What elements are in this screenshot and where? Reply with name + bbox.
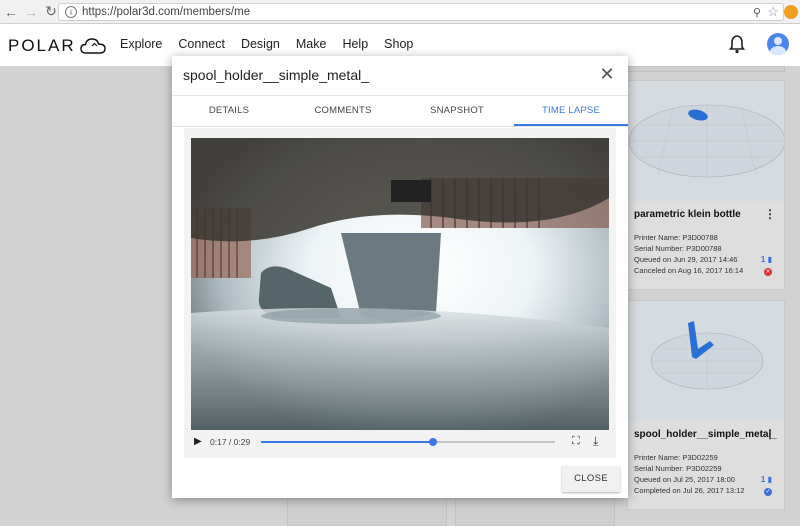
close-button[interactable]: CLOSE bbox=[562, 466, 620, 492]
nav-help[interactable]: Help bbox=[342, 37, 368, 51]
file-icon: ▮ bbox=[767, 255, 772, 264]
finished-date: Completed on Jul 26, 2017 13:12 bbox=[634, 486, 745, 495]
card-title: spool_holder__simple_metal_ ⋮ bbox=[634, 427, 777, 441]
nav-design[interactable]: Design bbox=[241, 37, 280, 51]
project-card bbox=[627, 66, 785, 72]
video-progress-bar[interactable] bbox=[261, 438, 555, 446]
address-bar[interactable]: i https://polar3d.com/members/me ⚲ ☆ bbox=[58, 3, 784, 21]
card-menu-icon[interactable]: ⋮ bbox=[764, 207, 776, 221]
nav-shop[interactable]: Shop bbox=[384, 37, 413, 51]
model-thumbnail bbox=[628, 81, 784, 201]
nav-connect[interactable]: Connect bbox=[178, 37, 225, 51]
nav-make[interactable]: Make bbox=[296, 37, 327, 51]
canceled-status-icon: ✕ bbox=[764, 268, 772, 276]
bookmark-star-icon[interactable]: ☆ bbox=[767, 4, 779, 20]
dialog-tabs: DETAILS COMMENTS SNAPSHOT TIME LAPSE bbox=[172, 96, 628, 127]
zoom-icon[interactable]: ⚲ bbox=[753, 6, 761, 19]
nav-explore[interactable]: Explore bbox=[120, 37, 162, 51]
extension-icon[interactable] bbox=[784, 5, 798, 19]
print-detail-dialog: spool_holder__simple_metal_ ✕ DETAILS CO… bbox=[172, 56, 628, 498]
tab-details[interactable]: DETAILS bbox=[172, 96, 286, 126]
finished-date: Canceled on Aug 16, 2017 16:14 bbox=[634, 266, 744, 275]
model-thumbnail bbox=[628, 301, 784, 421]
file-count: 1 ▮ bbox=[760, 475, 772, 484]
printer-name: Printer Name: P3D02259 bbox=[634, 453, 718, 462]
cloud-icon bbox=[79, 38, 106, 54]
queued-date: Queued on Jul 25, 2017 18:00 bbox=[634, 475, 735, 484]
play-icon[interactable]: ▶ bbox=[194, 436, 206, 448]
card-menu-icon[interactable]: ⋮ bbox=[764, 427, 776, 441]
progress-fill bbox=[261, 441, 434, 443]
completed-status-icon: ✓ bbox=[764, 488, 772, 496]
time-lapse-video[interactable] bbox=[191, 138, 609, 430]
notification-bell-icon[interactable] bbox=[729, 34, 745, 54]
printer-name: Printer Name: P3D00788 bbox=[634, 233, 718, 242]
card-title: parametric klein bottle ⋮ bbox=[634, 207, 776, 221]
url-text: https://polar3d.com/members/me bbox=[82, 6, 251, 18]
file-icon: ▮ bbox=[767, 475, 772, 484]
close-icon[interactable]: ✕ bbox=[598, 64, 616, 85]
progress-knob[interactable] bbox=[429, 438, 438, 446]
video-controls: ▶ 0:17 / 0:29 ⛶ ⤓ bbox=[191, 430, 609, 454]
back-icon[interactable]: ← bbox=[2, 3, 20, 21]
tab-snapshot[interactable]: SNAPSHOT bbox=[400, 96, 514, 126]
site-info-icon[interactable]: i bbox=[65, 6, 77, 18]
tab-time-lapse[interactable]: TIME LAPSE bbox=[514, 96, 628, 126]
browser-toolbar: ← → ↻ i https://polar3d.com/members/me ⚲… bbox=[0, 0, 800, 24]
queued-date: Queued on Jun 29, 2017 14:46 bbox=[634, 255, 738, 264]
video-time: 0:17 / 0:29 bbox=[210, 437, 251, 447]
file-count: 1 ▮ bbox=[760, 255, 772, 264]
print-job-card[interactable]: spool_holder__simple_metal_ ⋮ Printer Na… bbox=[627, 300, 785, 510]
serial-number: Serial Number: P3D02259 bbox=[634, 464, 722, 473]
serial-number: Serial Number: P3D00788 bbox=[634, 244, 722, 253]
logo-text: POLAR bbox=[8, 36, 76, 55]
download-icon[interactable]: ⤓ bbox=[593, 434, 598, 449]
dialog-title: spool_holder__simple_metal_ bbox=[183, 67, 370, 83]
video-player: ▶ 0:17 / 0:29 ⛶ ⤓ bbox=[184, 128, 616, 458]
print-job-card[interactable]: parametric klein bottle ⋮ Printer Name: … bbox=[627, 80, 785, 290]
forward-icon[interactable]: → bbox=[22, 3, 40, 21]
main-nav: Explore Connect Design Make Help Shop bbox=[120, 37, 429, 51]
polar-logo[interactable]: POLAR bbox=[8, 36, 106, 56]
user-avatar[interactable] bbox=[767, 33, 789, 55]
dialog-header: spool_holder__simple_metal_ ✕ bbox=[172, 56, 628, 96]
tab-comments[interactable]: COMMENTS bbox=[286, 96, 400, 126]
fullscreen-icon[interactable]: ⛶ bbox=[572, 435, 580, 448]
